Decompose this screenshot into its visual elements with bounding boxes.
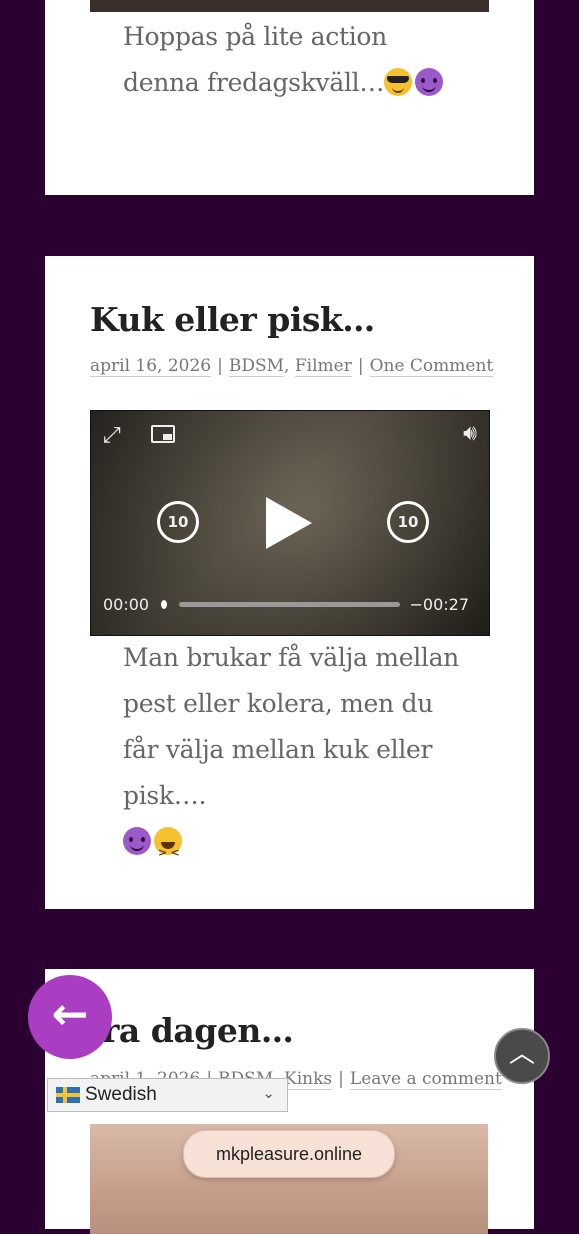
fullscreen-icon[interactable]: ⤢ [103, 423, 121, 448]
laughing-emoji-icon [154, 827, 182, 876]
arrow-left-icon: ← [51, 989, 89, 1040]
back-button[interactable]: ← [28, 975, 112, 1059]
language-label: Swedish [85, 1084, 157, 1105]
post-text: Man brukar få välja mellan pest eller ko… [123, 643, 459, 810]
address-bar[interactable]: mkpleasure.online [183, 1130, 395, 1178]
post-excerpt: Hoppas på lite action denna fredagskväll… [123, 14, 463, 106]
post-text: Hoppas på lite action denna fredagskväll… [123, 22, 387, 97]
play-icon[interactable] [266, 497, 312, 549]
remaining-time: −00:27 [409, 595, 469, 614]
category-link[interactable]: BDSM [228, 356, 285, 377]
comments-link[interactable]: One Comment [369, 356, 494, 377]
sunglasses-emoji-icon [384, 68, 413, 96]
post-card: Kuk eller pisk… april 16, 2026 | BDSM, Fil… [45, 256, 534, 909]
post-date[interactable]: april 16, 2026 [90, 356, 212, 377]
seek-bar[interactable] [179, 602, 400, 607]
chevron-up-icon: ︿ [508, 1039, 535, 1069]
skip-back-icon[interactable]: 10 [157, 501, 199, 543]
seek-handle[interactable] [161, 600, 167, 609]
category-link[interactable]: Filmer [294, 356, 352, 377]
devil-emoji-icon [123, 827, 151, 855]
comments-link[interactable]: Leave a comment [349, 1069, 502, 1090]
post-card: Hoppas på lite action denna fredagskväll… [45, 0, 534, 195]
post-meta: april 16, 2026 | BDSM, Filmer | One Comment [90, 356, 494, 377]
current-time: 00:00 [103, 595, 150, 614]
video-player[interactable]: ⤢ 🔊︎ 10 10 00:00 −00:27 [90, 410, 490, 636]
post-image[interactable] [90, 0, 489, 12]
post-title[interactable]: Kuk eller pisk… [90, 300, 375, 339]
volume-icon[interactable]: 🔊︎ [463, 421, 477, 446]
language-selector[interactable]: Swedish ⌄ [47, 1078, 288, 1112]
devil-emoji-icon [415, 68, 444, 96]
url-text: mkpleasure.online [215, 1144, 363, 1164]
sweden-flag-icon [56, 1087, 80, 1103]
scroll-to-top-button[interactable]: ︿ [494, 1028, 550, 1084]
category-link[interactable]: Kinks [284, 1069, 333, 1090]
picture-in-picture-icon[interactable] [151, 425, 175, 443]
post-excerpt: Man brukar få välja mellan pest eller ko… [123, 635, 463, 876]
skip-forward-icon[interactable]: 10 [387, 501, 429, 543]
chevron-down-icon: ⌄ [262, 1084, 275, 1102]
post-title[interactable]: ira dagen… [90, 1011, 294, 1050]
